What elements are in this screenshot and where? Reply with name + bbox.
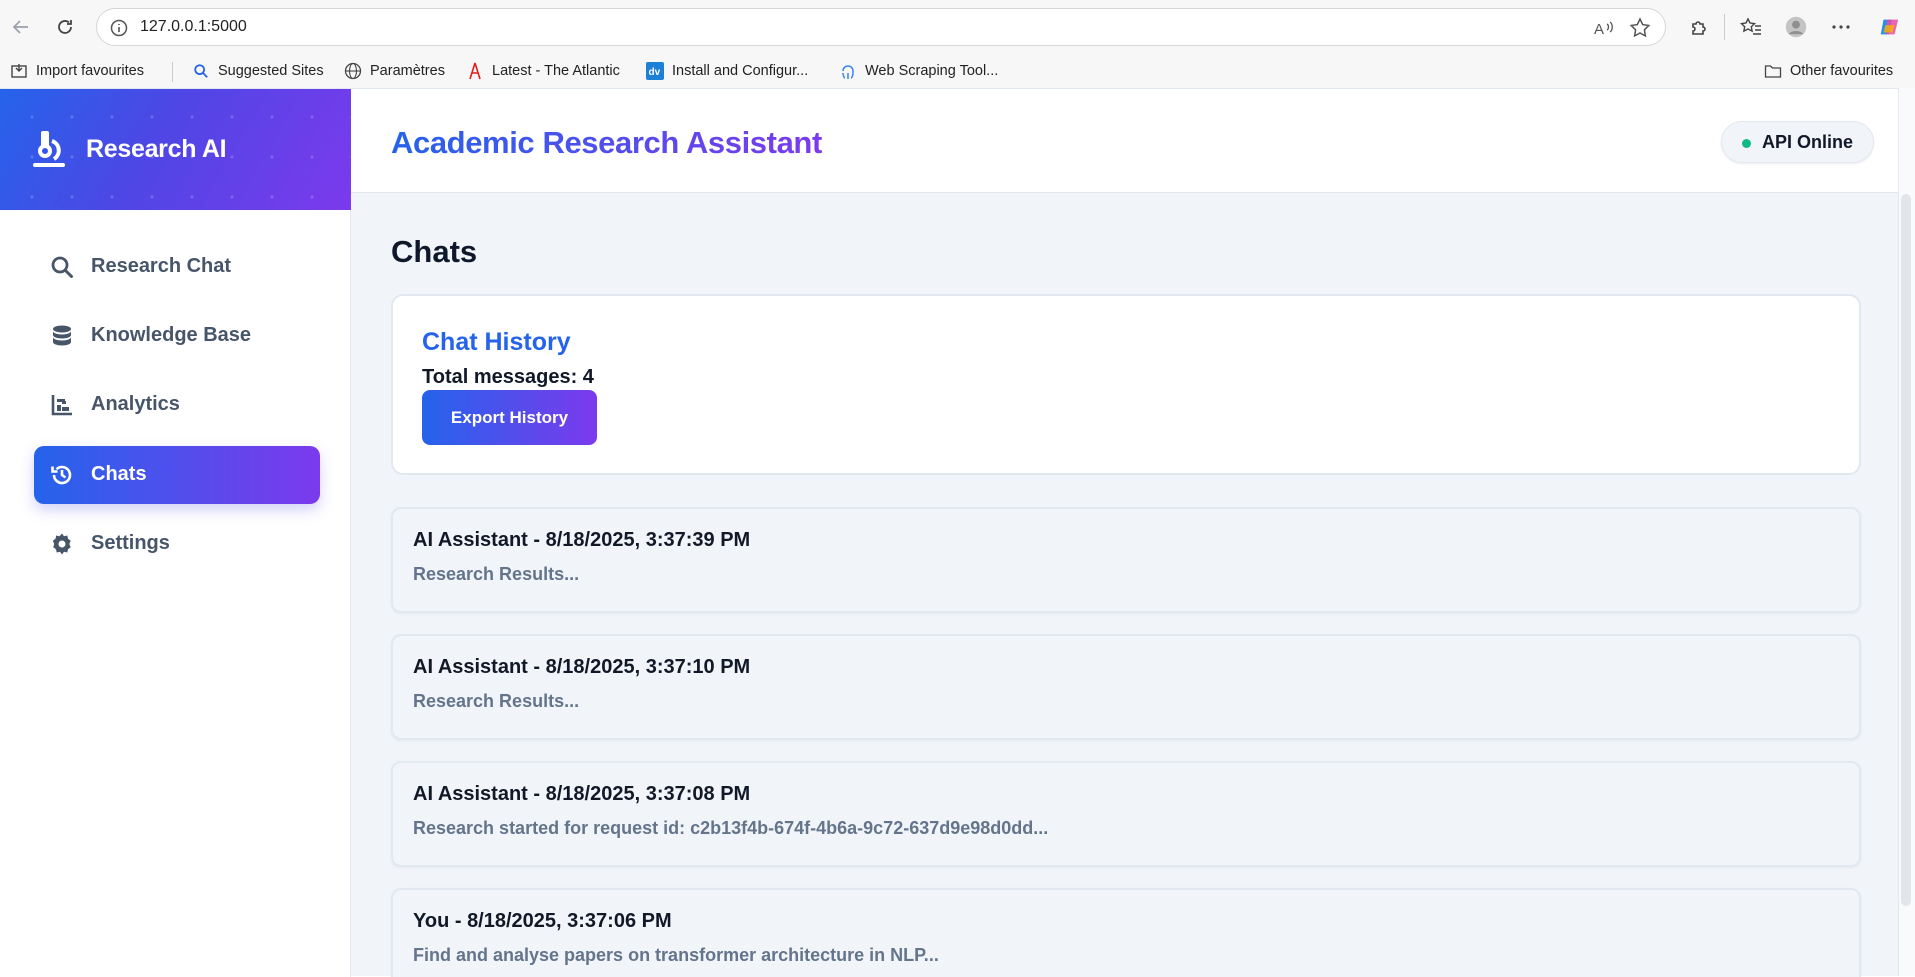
avatar-icon	[1785, 16, 1807, 38]
top-header: Academic Research Assistant API Online	[351, 89, 1915, 193]
back-arrow-icon	[12, 20, 28, 34]
sidebar-item-label: Chats	[91, 463, 147, 485]
octopus-icon	[839, 62, 857, 80]
list-item[interactable]: AI Assistant - 8/18/2025, 3:37:10 PM Res…	[391, 634, 1861, 740]
read-aloud-icon[interactable]: A	[1593, 18, 1615, 38]
back-button[interactable]	[6, 12, 36, 42]
card-title: Chat History	[422, 328, 571, 356]
bookmark-label: Import favourites	[36, 63, 144, 79]
bookmark-install-configure[interactable]: dv Install and Configur...	[646, 60, 808, 82]
bookmark-label: Other favourites	[1790, 63, 1894, 79]
bookmark-the-atlantic[interactable]: Latest - The Atlantic	[466, 60, 620, 82]
page-header-title: Academic Research Assistant	[391, 125, 822, 160]
bookmark-parametres[interactable]: Paramètres	[344, 60, 445, 82]
refresh-button[interactable]	[50, 12, 80, 42]
bookmark-label: Latest - The Atlantic	[492, 63, 620, 79]
list-item[interactable]: You - 8/18/2025, 3:37:06 PM Find and ana…	[391, 888, 1861, 977]
svg-text:A: A	[1594, 21, 1604, 38]
refresh-icon	[58, 20, 72, 34]
puzzle-icon	[1692, 21, 1706, 35]
url-text[interactable]: 127.0.0.1:5000	[140, 18, 247, 36]
list-item[interactable]: AI Assistant - 8/18/2025, 3:37:08 PM Res…	[391, 761, 1861, 867]
atlantic-icon	[466, 62, 484, 80]
sidebar-item-settings[interactable]: Settings	[34, 515, 320, 573]
sidebar-item-label: Research Chat	[91, 255, 232, 277]
main-content: Chats Chat History Total messages: 4 Exp…	[351, 193, 1896, 977]
chat-history-card: Chat History Total messages: 4 Export Hi…	[391, 294, 1861, 475]
profile-button[interactable]	[1782, 13, 1810, 41]
database-icon	[53, 325, 71, 346]
favorites-button[interactable]	[1737, 13, 1765, 41]
bookmark-web-scraping[interactable]: Web Scraping Tool...	[839, 60, 998, 82]
status-badge: API Online	[1720, 121, 1874, 163]
message-header: AI Assistant - 8/18/2025, 3:37:10 PM	[413, 656, 751, 678]
message-preview: Find and analyse papers on transformer a…	[413, 945, 939, 965]
page-title: Chats	[391, 234, 478, 269]
bookmark-import-favourites[interactable]: Import favourites	[10, 60, 144, 82]
favorite-star-icon[interactable]	[1629, 17, 1651, 39]
brand-header: Research AI	[0, 89, 351, 210]
status-text: API Online	[1761, 131, 1853, 152]
export-history-button[interactable]: Export History	[422, 390, 597, 445]
total-messages: Total messages: 4	[422, 366, 594, 388]
microscope-icon	[33, 131, 65, 167]
bookmark-label: Web Scraping Tool...	[865, 63, 999, 79]
sidebar-item-research-chat[interactable]: Research Chat	[34, 238, 320, 296]
bookmark-other-favourites[interactable]: Other favourites	[1764, 60, 1893, 82]
browser-toolbar: 127.0.0.1:5000 A Import favourites Sugge…	[0, 0, 1915, 88]
bookmarks-bar: Import favourites Suggested Sites Paramè…	[0, 54, 1915, 88]
copilot-icon	[1880, 19, 1899, 35]
address-bar[interactable]: 127.0.0.1:5000 A	[96, 8, 1666, 46]
message-header: AI Assistant - 8/18/2025, 3:37:39 PM	[413, 529, 751, 551]
svg-text:dv: dv	[649, 67, 661, 78]
more-menu-button[interactable]	[1827, 13, 1855, 41]
message-preview: Research Results...	[413, 564, 580, 584]
message-preview: Research started for request id: c2b13f4…	[413, 818, 1049, 838]
list-item[interactable]: AI Assistant - 8/18/2025, 3:37:39 PM Res…	[391, 507, 1861, 613]
bookmark-label: Suggested Sites	[218, 63, 324, 79]
info-icon[interactable]	[109, 18, 129, 38]
app-root: Research AI Research Chat Knowledge Base…	[0, 88, 1915, 977]
message-header: AI Assistant - 8/18/2025, 3:37:08 PM	[413, 783, 751, 805]
ellipsis-icon	[1832, 25, 1850, 29]
sidebar-item-label: Knowledge Base	[91, 324, 252, 346]
status-dot-icon	[1741, 139, 1751, 148]
toolbar-divider	[1724, 14, 1725, 40]
dv-icon: dv	[646, 62, 664, 80]
sidebar-item-chats[interactable]: Chats	[34, 446, 320, 504]
sidebar: Research AI Research Chat Knowledge Base…	[0, 89, 351, 977]
folder-icon	[1764, 62, 1782, 80]
favorites-list-icon	[1740, 17, 1761, 35]
message-header: You - 8/18/2025, 3:37:06 PM	[413, 910, 672, 932]
message-preview: Research Results...	[413, 691, 580, 711]
import-icon	[10, 62, 28, 80]
sidebar-item-label: Analytics	[91, 393, 180, 415]
bookmark-label: Paramètres	[370, 63, 445, 79]
search-icon	[51, 256, 73, 278]
sidebar-item-analytics[interactable]: Analytics	[34, 376, 320, 434]
history-icon	[51, 465, 72, 485]
bookmark-label: Install and Configur...	[672, 63, 809, 79]
globe-icon	[344, 62, 362, 80]
scrollbar-thumb[interactable]	[1901, 194, 1911, 906]
extensions-button[interactable]	[1685, 13, 1713, 41]
bookmark-suggested-sites[interactable]: Suggested Sites	[192, 60, 324, 82]
brand-title[interactable]: Research AI	[86, 135, 227, 164]
chart-icon	[51, 395, 72, 416]
bookmarks-divider	[172, 62, 173, 82]
sidebar-item-label: Settings	[91, 532, 170, 554]
search-icon	[192, 62, 210, 80]
sidebar-item-knowledge-base[interactable]: Knowledge Base	[34, 307, 320, 365]
address-row: 127.0.0.1:5000 A	[0, 0, 1915, 54]
gear-icon	[52, 533, 71, 555]
copilot-button[interactable]	[1875, 13, 1903, 41]
